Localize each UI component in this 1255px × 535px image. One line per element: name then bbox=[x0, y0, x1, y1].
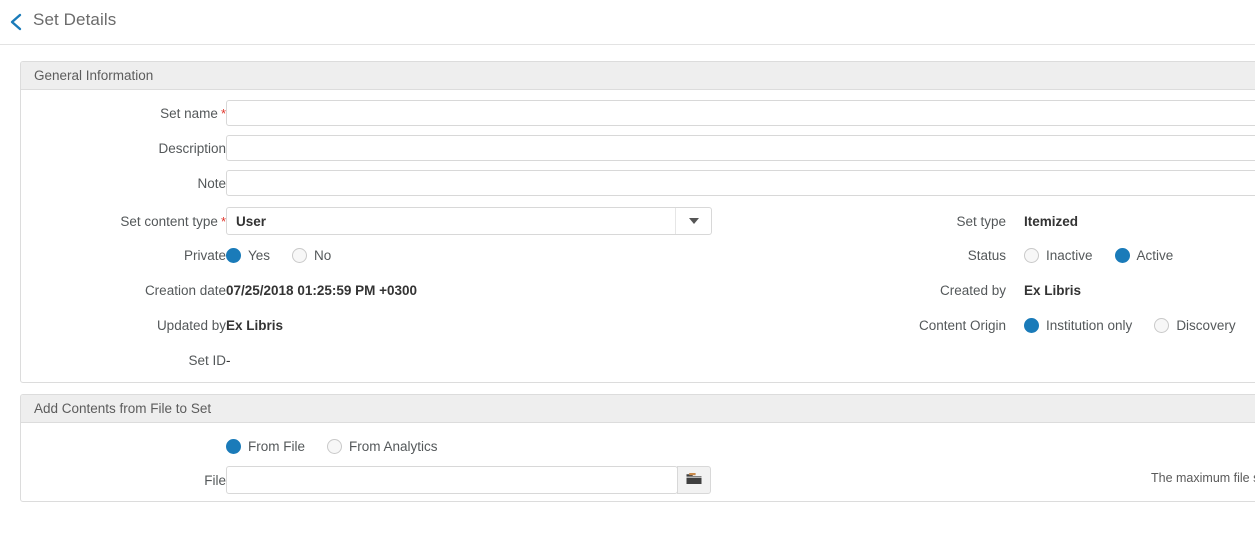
page-title: Set Details bbox=[33, 10, 117, 29]
private-option-no[interactable]: No bbox=[292, 247, 332, 263]
private-label: Private bbox=[183, 247, 226, 263]
updated-by-label: Updated by bbox=[156, 317, 226, 333]
status-option-active-label: Active bbox=[1136, 247, 1174, 263]
status-option-active[interactable]: Active bbox=[1114, 247, 1174, 263]
content-origin-radio-group: Institution only Discovery bbox=[1024, 317, 1236, 333]
section-title: General Information bbox=[34, 68, 154, 83]
private-option-no-label: No bbox=[314, 247, 332, 263]
set-name-label: Set name * bbox=[160, 105, 226, 121]
private-radio-group: Yes No bbox=[226, 247, 332, 263]
chevron-left-icon bbox=[9, 13, 23, 31]
field-row-set-id: Set ID - bbox=[21, 347, 1255, 373]
set-content-type-label: Set content type * bbox=[120, 213, 226, 229]
note-label: Note bbox=[197, 175, 226, 191]
general-information-header: General Information bbox=[21, 62, 1255, 90]
description-input[interactable] bbox=[226, 135, 1255, 161]
updated-by-value: Ex Libris bbox=[226, 317, 284, 333]
description-label: Description bbox=[158, 140, 226, 156]
chevron-down-icon bbox=[675, 208, 711, 234]
creation-date-label: Creation date bbox=[144, 282, 226, 298]
field-row-note: Note bbox=[21, 170, 1255, 196]
file-label: File bbox=[204, 472, 226, 488]
add-contents-header: Add Contents from File to Set bbox=[21, 395, 1255, 423]
radio-indicator bbox=[226, 438, 241, 454]
source-option-from-analytics-label: From Analytics bbox=[349, 438, 438, 454]
radio-indicator bbox=[226, 247, 241, 263]
add-contents-panel: Add Contents from File to Set From File … bbox=[20, 394, 1255, 502]
set-id-value: - bbox=[226, 352, 231, 368]
private-option-yes-label: Yes bbox=[248, 247, 271, 263]
field-row-set-name: Set name * bbox=[21, 100, 1255, 126]
field-row-creation-date: Creation date 07/25/2018 01:25:59 PM +03… bbox=[21, 277, 1255, 303]
field-row-description: Description bbox=[21, 135, 1255, 161]
radio-indicator bbox=[1024, 247, 1039, 263]
source-option-from-file[interactable]: From File bbox=[226, 438, 305, 454]
private-option-yes[interactable]: Yes bbox=[226, 247, 271, 263]
content-origin-option-institution-only-label: Institution only bbox=[1046, 317, 1133, 333]
content-origin-option-discovery[interactable]: Discovery bbox=[1154, 317, 1236, 333]
browse-file-button[interactable] bbox=[677, 466, 711, 494]
set-type-value: Itemized bbox=[1024, 213, 1079, 229]
creation-date-value: 07/25/2018 01:25:59 PM +0300 bbox=[226, 282, 418, 298]
created-by-value: Ex Libris bbox=[1024, 282, 1082, 298]
content-origin-option-institution-only[interactable]: Institution only bbox=[1024, 317, 1133, 333]
status-option-inactive-label: Inactive bbox=[1046, 247, 1093, 263]
content-origin-label: Content Origin bbox=[918, 317, 1006, 333]
radio-indicator bbox=[1154, 317, 1170, 333]
page-header: Set Details bbox=[0, 0, 1255, 45]
radio-indicator bbox=[292, 247, 308, 263]
source-radio-group: From File From Analytics bbox=[226, 438, 438, 454]
status-option-inactive[interactable]: Inactive bbox=[1024, 247, 1093, 263]
back-button[interactable] bbox=[2, 8, 30, 36]
set-name-input[interactable] bbox=[226, 100, 1255, 126]
field-row-source: From File From Analytics bbox=[21, 433, 1255, 459]
radio-indicator bbox=[327, 438, 342, 454]
note-input[interactable] bbox=[226, 170, 1255, 196]
source-option-from-file-label: From File bbox=[248, 438, 305, 454]
radio-indicator bbox=[1114, 247, 1130, 263]
field-row-set-content-type: Set content type * User Set type Itemized bbox=[21, 206, 1255, 236]
status-radio-group: Inactive Active bbox=[1024, 247, 1174, 263]
field-row-private: Private Yes No Status Inactive Active bbox=[21, 242, 1255, 268]
file-input[interactable] bbox=[226, 466, 678, 494]
content-origin-option-discovery-label: Discovery bbox=[1176, 317, 1236, 333]
set-id-label: Set ID bbox=[188, 352, 226, 368]
folder-icon bbox=[686, 472, 702, 488]
radio-indicator bbox=[1024, 317, 1039, 333]
field-row-updated-by: Updated by Ex Libris Content Origin Inst… bbox=[21, 312, 1255, 338]
section-title: Add Contents from File to Set bbox=[34, 401, 212, 416]
general-information-panel: General Information Set name * Descriptio… bbox=[20, 61, 1255, 383]
file-size-help-text: The maximum file size is 10 MB. bbox=[1151, 471, 1255, 485]
set-content-type-value: User bbox=[236, 213, 267, 229]
field-row-file: File The maximum file size is 10 MB. bbox=[21, 465, 1255, 495]
set-content-type-select[interactable]: User bbox=[226, 207, 712, 235]
created-by-label: Created by bbox=[939, 282, 1006, 298]
source-option-from-analytics[interactable]: From Analytics bbox=[327, 438, 438, 454]
set-type-label: Set type bbox=[956, 213, 1006, 229]
file-picker: The maximum file size is 10 MB. bbox=[226, 466, 1255, 494]
status-label: Status bbox=[967, 247, 1006, 263]
